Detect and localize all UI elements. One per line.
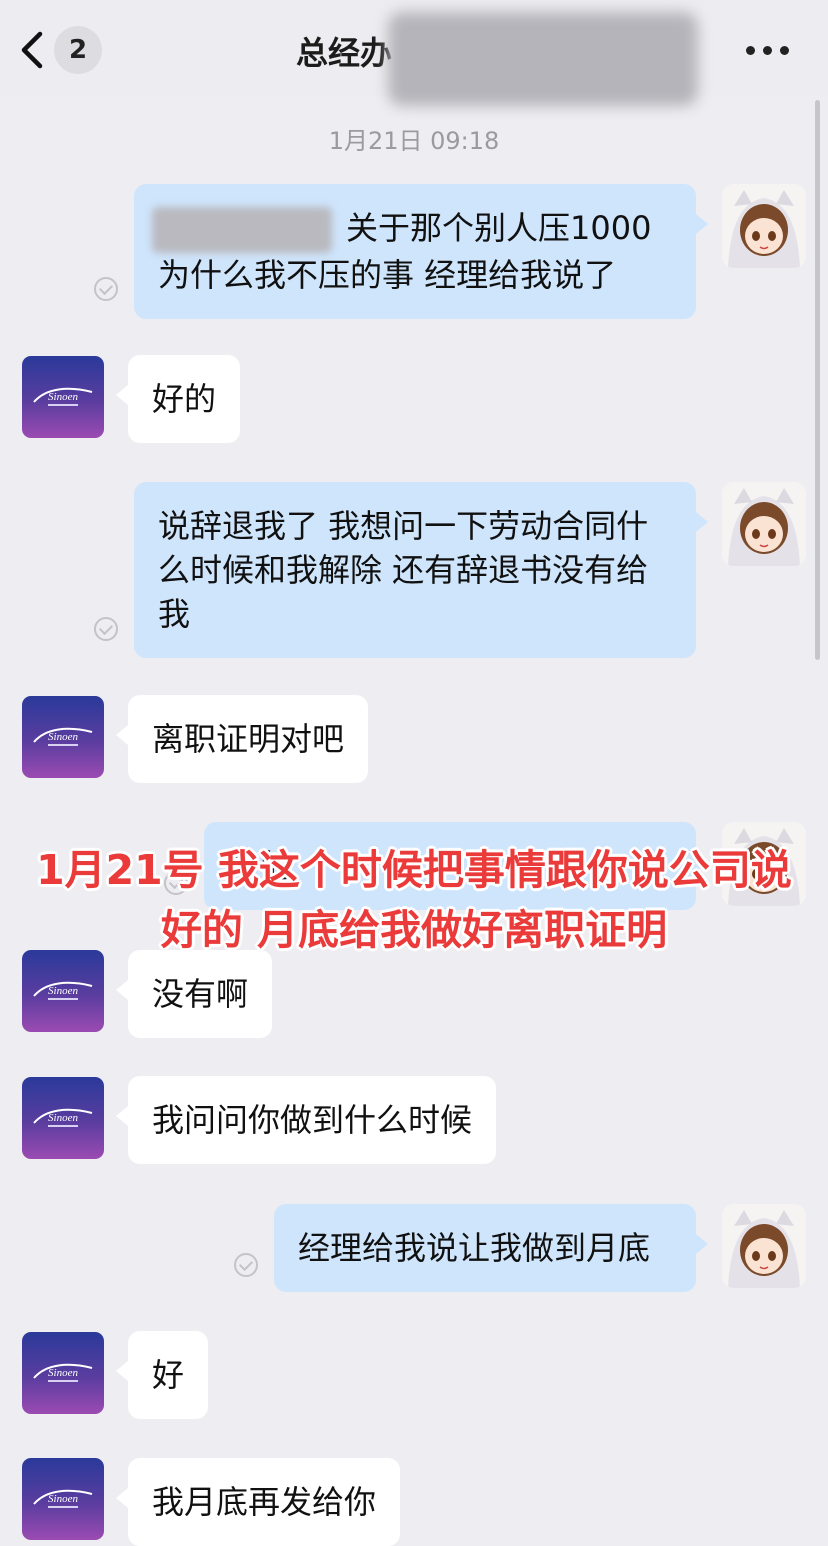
svg-text:Sinoen: Sinoen	[48, 1493, 78, 1505]
overlay-caption: 1月21号 我这个时候把事情跟你说公司说 好的 月底给我做好离职证明	[36, 846, 792, 954]
message-text: 好	[152, 1356, 185, 1394]
unread-count-badge[interactable]: 2	[54, 26, 102, 74]
message-text: 我月底再发给你	[152, 1483, 377, 1521]
message-bubble-outgoing[interactable]: 经理给我说让我做到月底	[274, 1204, 708, 1292]
message-text: 我问问你做到什么时候	[152, 1101, 473, 1139]
svg-text:Sinoen: Sinoen	[48, 1367, 78, 1379]
message-timestamp: 1月21日 09:18	[328, 127, 500, 155]
message-bubble-incoming[interactable]: 离职证明对吧	[115, 695, 369, 783]
chat-header: 2 总经办	[0, 0, 828, 106]
contact-avatar[interactable]: Sinoen	[22, 1332, 104, 1414]
message-text: 说辞退我了 我想问一下劳动合同什么时候和我解除 还有辞退书没有给我	[158, 507, 649, 633]
svg-text:Sinoen: Sinoen	[48, 731, 78, 743]
scrollbar[interactable]	[815, 100, 820, 660]
contact-avatar[interactable]: Sinoen	[22, 1077, 104, 1159]
user-avatar[interactable]	[722, 184, 806, 268]
message-text: 经理给我说让我做到月底	[298, 1229, 651, 1267]
svg-text:Sinoen: Sinoen	[48, 391, 78, 403]
back-chevron-icon[interactable]	[14, 24, 54, 76]
redacted-title-block	[388, 12, 698, 106]
more-dots-icon[interactable]	[742, 30, 794, 70]
redacted-name-block	[152, 207, 332, 253]
check-circle-icon	[94, 277, 118, 301]
user-avatar[interactable]	[722, 1204, 806, 1288]
message-bubble-outgoing[interactable]: 说辞退我了 我想问一下劳动合同什么时候和我解除 还有辞退书没有给我	[134, 482, 708, 658]
message-text: 离职证明对吧	[152, 720, 345, 758]
message-bubble-outgoing[interactable]: 关于那个别人压1000为什么我不压的事 经理给我说了	[134, 184, 708, 319]
svg-text:Sinoen: Sinoen	[48, 1112, 78, 1124]
contact-avatar[interactable]: Sinoen	[22, 696, 104, 778]
message-bubble-incoming[interactable]: 没有啊	[115, 950, 273, 1038]
message-text: 好的	[152, 380, 217, 418]
user-avatar[interactable]	[722, 482, 806, 566]
chat-title: 总经办	[296, 34, 393, 72]
contact-avatar[interactable]: Sinoen	[22, 356, 104, 438]
check-circle-icon	[94, 617, 118, 641]
message-text: 没有啊	[152, 975, 249, 1013]
check-circle-icon	[234, 1253, 258, 1277]
svg-text:Sinoen: Sinoen	[48, 985, 78, 997]
contact-avatar[interactable]: Sinoen	[22, 1458, 104, 1540]
message-bubble-incoming[interactable]: 好的	[115, 355, 241, 443]
message-bubble-incoming[interactable]: 我问问你做到什么时候	[115, 1076, 497, 1164]
message-bubble-incoming[interactable]: 好	[115, 1331, 209, 1419]
contact-avatar[interactable]: Sinoen	[22, 950, 104, 1032]
message-bubble-incoming[interactable]: 我月底再发给你	[115, 1458, 401, 1546]
